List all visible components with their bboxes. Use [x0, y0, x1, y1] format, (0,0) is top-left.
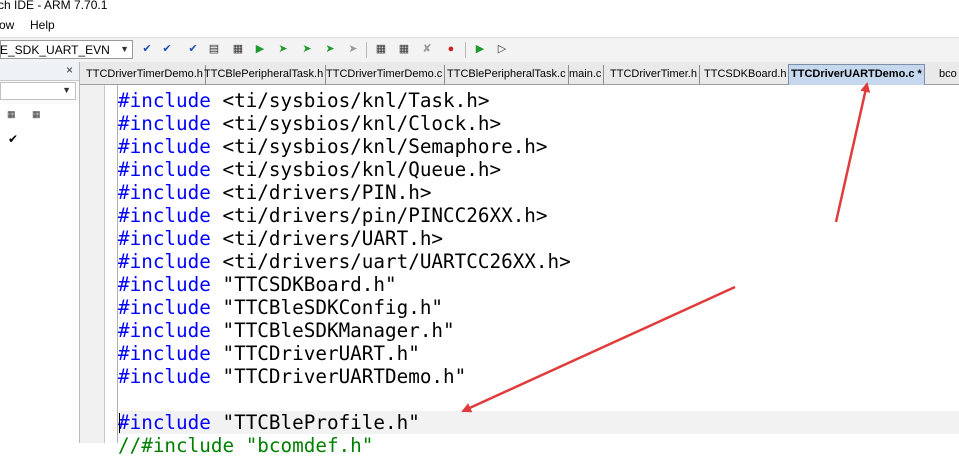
build-all-icon[interactable]: ▦ — [397, 42, 411, 56]
toolbar-separator — [465, 42, 466, 58]
title-bar: ch IDE - ARM 7.70.1 — [0, 0, 959, 15]
code-line[interactable]: #include "TTCBleProfile.h" — [118, 411, 959, 434]
code-line[interactable]: #include <ti/sysbios/knl/Clock.h> — [118, 112, 501, 135]
menu-window[interactable]: ow — [0, 18, 14, 32]
code-keyword: #include — [118, 158, 211, 181]
code-text: "TTCDriverUART.h" — [210, 342, 420, 365]
code-line[interactable]: #include "TTCDriverUARTDemo.h" — [118, 365, 466, 388]
tab-ttcdrivertimerdemo-h[interactable]: TTCDriverTimerDemo.h — [84, 65, 206, 84]
code-comment: //#include "bcomdef.h" — [118, 434, 374, 457]
code-text: <ti/drivers/pin/PINCC26XX.h> — [210, 204, 548, 227]
go-icon[interactable]: ▶ — [253, 42, 267, 56]
code-keyword: #include — [118, 227, 211, 250]
fold-margin[interactable] — [105, 85, 118, 443]
check-icon: ✔ — [8, 132, 19, 146]
files-column-icon: ▦ — [7, 109, 16, 119]
close-icon[interactable]: × — [66, 63, 73, 77]
build-column-icon: ▦ — [32, 109, 41, 119]
code-text: <ti/drivers/uart/UARTCC26XX.h> — [210, 250, 571, 273]
stop-build-icon[interactable]: ✘ — [420, 42, 434, 56]
run-to-cursor-icon[interactable]: ➤ — [346, 42, 360, 56]
chevron-down-icon: ▼ — [120, 44, 129, 54]
toolbar-separator — [366, 42, 367, 58]
code-line[interactable]: #include <ti/sysbios/knl/Task.h> — [118, 89, 489, 112]
download-icon[interactable]: ▶ — [473, 42, 487, 56]
target-select-value: E_SDK_UART_EVN — [0, 43, 110, 57]
tab-ttcbleperipheraltask-h[interactable]: TTCBlePeripheralTask.h — [202, 65, 327, 84]
step-out-icon[interactable]: ➤ — [323, 42, 337, 56]
make-icon[interactable]: ✔ — [140, 42, 154, 56]
code-text: <ti/sysbios/knl/Task.h> — [210, 89, 490, 112]
code-keyword: #include — [118, 250, 211, 273]
code-line[interactable]: #include "TTCSDKBoard.h" — [118, 273, 397, 296]
toolbar: E_SDK_UART_EVN ▼ ✔ ✔ ✔ ▤ ▦ ▶ ➤ ➤ ➤ ➤ ▦ ▦… — [0, 37, 959, 63]
code-text: "TTCBleProfile.h" — [210, 411, 420, 434]
menu-help[interactable]: Help — [30, 18, 55, 32]
code-keyword: #include — [118, 135, 211, 158]
code-keyword: #include — [118, 411, 211, 434]
editor-tab-bar: TTCDriverTimerDemo.h TTCBlePeripheralTas… — [80, 62, 959, 85]
code-line[interactable]: #include <ti/drivers/PIN.h> — [118, 181, 431, 204]
code-keyword: #include — [118, 296, 211, 319]
tab-ttcbleperipheraltask-c[interactable]: TTCBlePeripheralTask.c — [445, 65, 569, 84]
code-line[interactable]: #include <ti/sysbios/knl/Queue.h> — [118, 158, 501, 181]
code-text: "TTCBleSDKManager.h" — [210, 319, 455, 342]
code-line[interactable]: //#include "bcomdef.h" — [118, 434, 373, 457]
debug-icon[interactable]: ● — [444, 42, 458, 56]
tab-ttcsdkboard-h[interactable]: TTCSDKBoard.h — [702, 65, 790, 84]
code-line[interactable]: #include "TTCDriverUART.h" — [118, 342, 420, 365]
rebuild-icon[interactable]: ✔ — [160, 42, 174, 56]
code-text: "TTCDriverUARTDemo.h" — [210, 365, 467, 388]
code-line[interactable]: #include "TTCBleSDKConfig.h" — [118, 296, 443, 319]
target-select[interactable]: E_SDK_UART_EVN ▼ — [0, 40, 133, 59]
code-keyword: #include — [118, 319, 211, 342]
toggle-breakpoint-icon[interactable]: ▤ — [207, 42, 221, 56]
code-line[interactable]: #include <ti/drivers/uart/UARTCC26XX.h> — [118, 250, 571, 273]
menu-bar: ow Help — [0, 15, 959, 37]
tab-ttcdrivertimerdemo-c[interactable]: TTCDriverTimerDemo.c — [324, 65, 446, 84]
code-text: <ti/sysbios/knl/Queue.h> — [210, 158, 502, 181]
code-keyword: #include — [118, 89, 211, 112]
code-text: <ti/sysbios/knl/Semaphore.h> — [210, 135, 548, 158]
text-cursor — [119, 413, 120, 433]
workspace-file-list[interactable]: ▦ ▦ ✔ — [0, 104, 79, 443]
tab-main-c[interactable]: main.c — [567, 65, 605, 84]
code-text: "TTCBleSDKConfig.h" — [210, 296, 444, 319]
step-over-icon[interactable]: ➤ — [276, 42, 290, 56]
code-keyword: #include — [118, 342, 211, 365]
code-text: <ti/drivers/UART.h> — [210, 227, 444, 250]
code-keyword: #include — [118, 181, 211, 204]
code-line[interactable]: #include <ti/drivers/UART.h> — [118, 227, 443, 250]
code-text: <ti/sysbios/knl/Clock.h> — [210, 112, 502, 135]
line-number-gutter[interactable] — [80, 85, 105, 443]
workspace-pane: × ▼ ▦ ▦ ✔ — [0, 62, 80, 443]
download-debug-icon[interactable]: ▷ — [495, 42, 509, 56]
workspace-config-select[interactable]: ▼ — [0, 82, 76, 100]
options-icon[interactable]: ▦ — [231, 42, 245, 56]
code-editor[interactable]: #include <ti/sysbios/knl/Task.h> #include… — [80, 85, 959, 457]
step-into-icon[interactable]: ➤ — [300, 42, 314, 56]
code-keyword: #include — [118, 112, 211, 135]
workspace-pane-header: × — [0, 62, 79, 81]
code-line[interactable]: #include "TTCBleSDKManager.h" — [118, 319, 455, 342]
batch-build-icon[interactable]: ✔ — [186, 42, 200, 56]
code-keyword: #include — [118, 273, 211, 296]
code-line[interactable]: #include <ti/drivers/pin/PINCC26XX.h> — [118, 204, 548, 227]
tab-ttcdrivertimer-h[interactable]: TTCDriverTimer.h — [608, 65, 700, 84]
window-title: ch IDE - ARM 7.70.1 — [0, 0, 108, 12]
chevron-down-icon: ▼ — [62, 85, 71, 95]
tab-ttcdriveruartdemo-c[interactable]: TTCDriverUARTDemo.c * — [788, 64, 925, 85]
code-text: <ti/drivers/PIN.h> — [210, 181, 432, 204]
code-line[interactable]: #include <ti/sysbios/knl/Semaphore.h> — [118, 135, 548, 158]
code-text: "TTCSDKBoard.h" — [210, 273, 397, 296]
tab-bco[interactable]: bco — [937, 65, 959, 84]
compile-icon[interactable]: ▦ — [374, 42, 388, 56]
code-keyword: #include — [118, 204, 211, 227]
code-keyword: #include — [118, 365, 211, 388]
